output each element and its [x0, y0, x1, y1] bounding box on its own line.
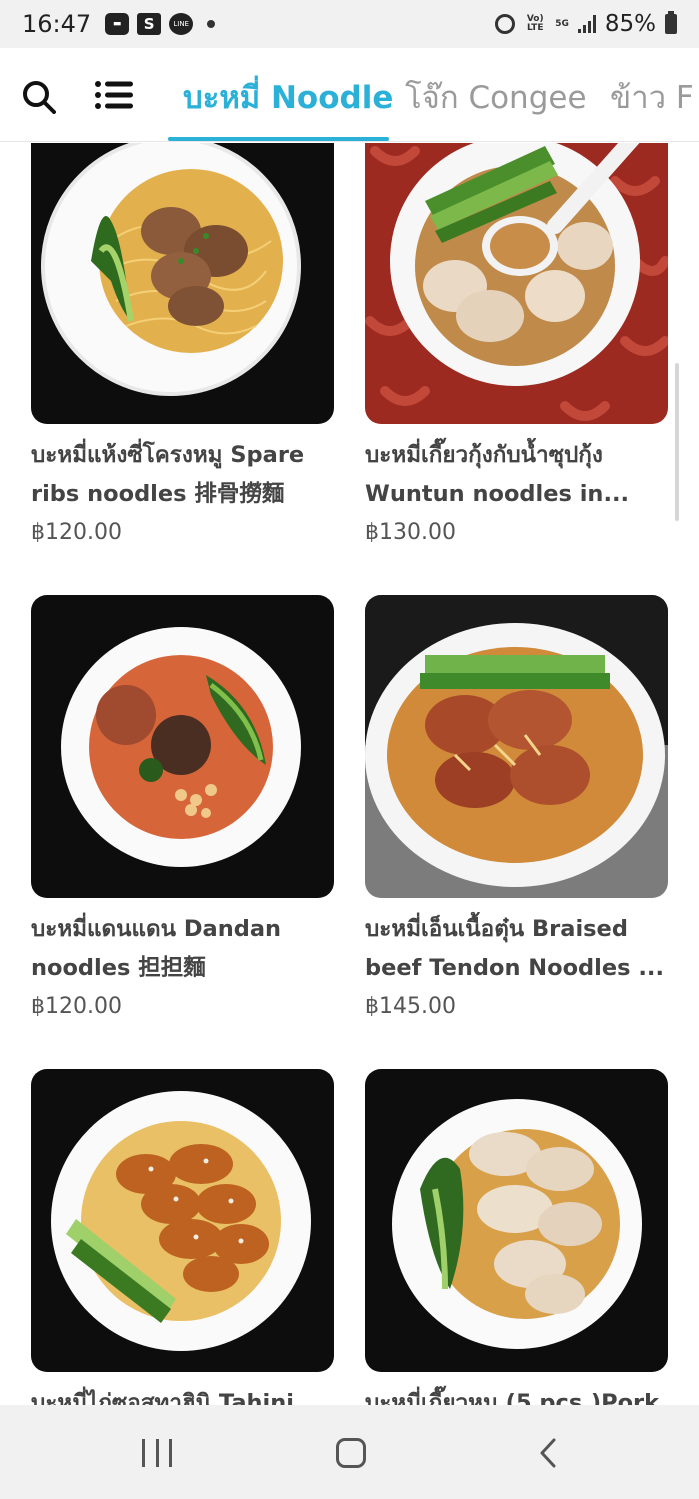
- line-icon: LINE: [169, 13, 194, 35]
- system-icons: Vo) LTE 5G 85%: [495, 11, 677, 37]
- product-card[interactable]: บะหมี่เอ็นเนื้อตุ๋น Braised beef Tendon …: [365, 595, 668, 1019]
- spare-ribs-noodles-image[interactable]: [31, 143, 334, 424]
- product-title[interactable]: บะหมี่เกี๊ยวกุ้งกับน้ำซุปกุ้ง Wuntun noo…: [365, 436, 668, 514]
- product-price: ฿120.00: [31, 994, 122, 1019]
- product-title[interactable]: บะหมี่แห้งซี่โครงหมู Spare ribs noodles …: [31, 436, 334, 514]
- braised-beef-tendon-noodles-image[interactable]: [365, 595, 668, 898]
- tab-rice[interactable]: ข้าว F: [610, 72, 694, 122]
- product-card[interactable]: บะหมี่เกี๊ยวหมู (5 pcs.)Pork: [365, 1069, 668, 1405]
- more-notifications-dot-icon: [207, 20, 216, 28]
- scrollbar[interactable]: [675, 363, 679, 521]
- notification-icons: ▬ S LINE: [105, 13, 216, 35]
- volte-icon: Vo) LTE: [526, 14, 544, 33]
- samsung-icon: ▬: [105, 13, 130, 35]
- home-icon[interactable]: [336, 1438, 366, 1468]
- product-price: ฿145.00: [365, 994, 456, 1019]
- s-icon: S: [137, 13, 162, 35]
- alarm-icon: [495, 14, 516, 34]
- tahini-chicken-noodles-image[interactable]: [31, 1069, 334, 1372]
- product-grid[interactable]: บะหมี่แห้งซี่โครงหมู Spare ribs noodles …: [0, 143, 699, 1405]
- product-card[interactable]: บะหมี่แดนแดน Dandan noodles 担担麵 ฿120.00: [31, 595, 334, 1019]
- product-title[interactable]: บะหมี่ไก่ซอสทาฮินิ Tahini: [31, 1384, 334, 1405]
- product-price: ฿130.00: [365, 520, 456, 545]
- product-title[interactable]: บะหมี่แดนแดน Dandan noodles 担担麵: [31, 910, 334, 988]
- tab-congee[interactable]: โจ๊ก Congee: [405, 72, 587, 122]
- product-title[interactable]: บะหมี่เอ็นเนื้อตุ๋น Braised beef Tendon …: [365, 910, 668, 988]
- back-icon[interactable]: [538, 1438, 558, 1468]
- product-price: ฿120.00: [31, 520, 122, 545]
- active-tab-indicator: [168, 137, 389, 141]
- product-card[interactable]: บะหมี่ไก่ซอสทาฮินิ Tahini: [31, 1069, 334, 1405]
- search-icon[interactable]: [22, 80, 56, 114]
- battery-percent: 85%: [604, 11, 656, 37]
- tab-noodle[interactable]: บะหมี่ Noodle: [183, 72, 393, 122]
- product-card[interactable]: บะหมี่เกี๊ยวกุ้งกับน้ำซุปกุ้ง Wuntun noo…: [365, 143, 668, 545]
- pork-wuntun-noodles-image[interactable]: [365, 1069, 668, 1372]
- signal-icon: [577, 15, 596, 33]
- wuntun-noodles-shrimp-soup-image[interactable]: [365, 143, 668, 424]
- category-header: บะหมี่ Noodle โจ๊ก Congee ข้าว F: [0, 48, 699, 142]
- system-nav-bar: [0, 1405, 699, 1499]
- dandan-noodles-image[interactable]: [31, 595, 334, 898]
- recents-icon[interactable]: [142, 1439, 172, 1467]
- category-list-icon[interactable]: [95, 80, 133, 110]
- product-card[interactable]: บะหมี่แห้งซี่โครงหมู Spare ribs noodles …: [31, 143, 334, 545]
- network-type-icon: 5G: [555, 18, 569, 29]
- status-time: 16:47: [22, 10, 92, 38]
- status-bar: 16:47 ▬ S LINE Vo) LTE 5G 85%: [0, 0, 699, 48]
- battery-icon: [665, 11, 677, 34]
- product-title[interactable]: บะหมี่เกี๊ยวหมู (5 pcs.)Pork: [365, 1384, 668, 1405]
